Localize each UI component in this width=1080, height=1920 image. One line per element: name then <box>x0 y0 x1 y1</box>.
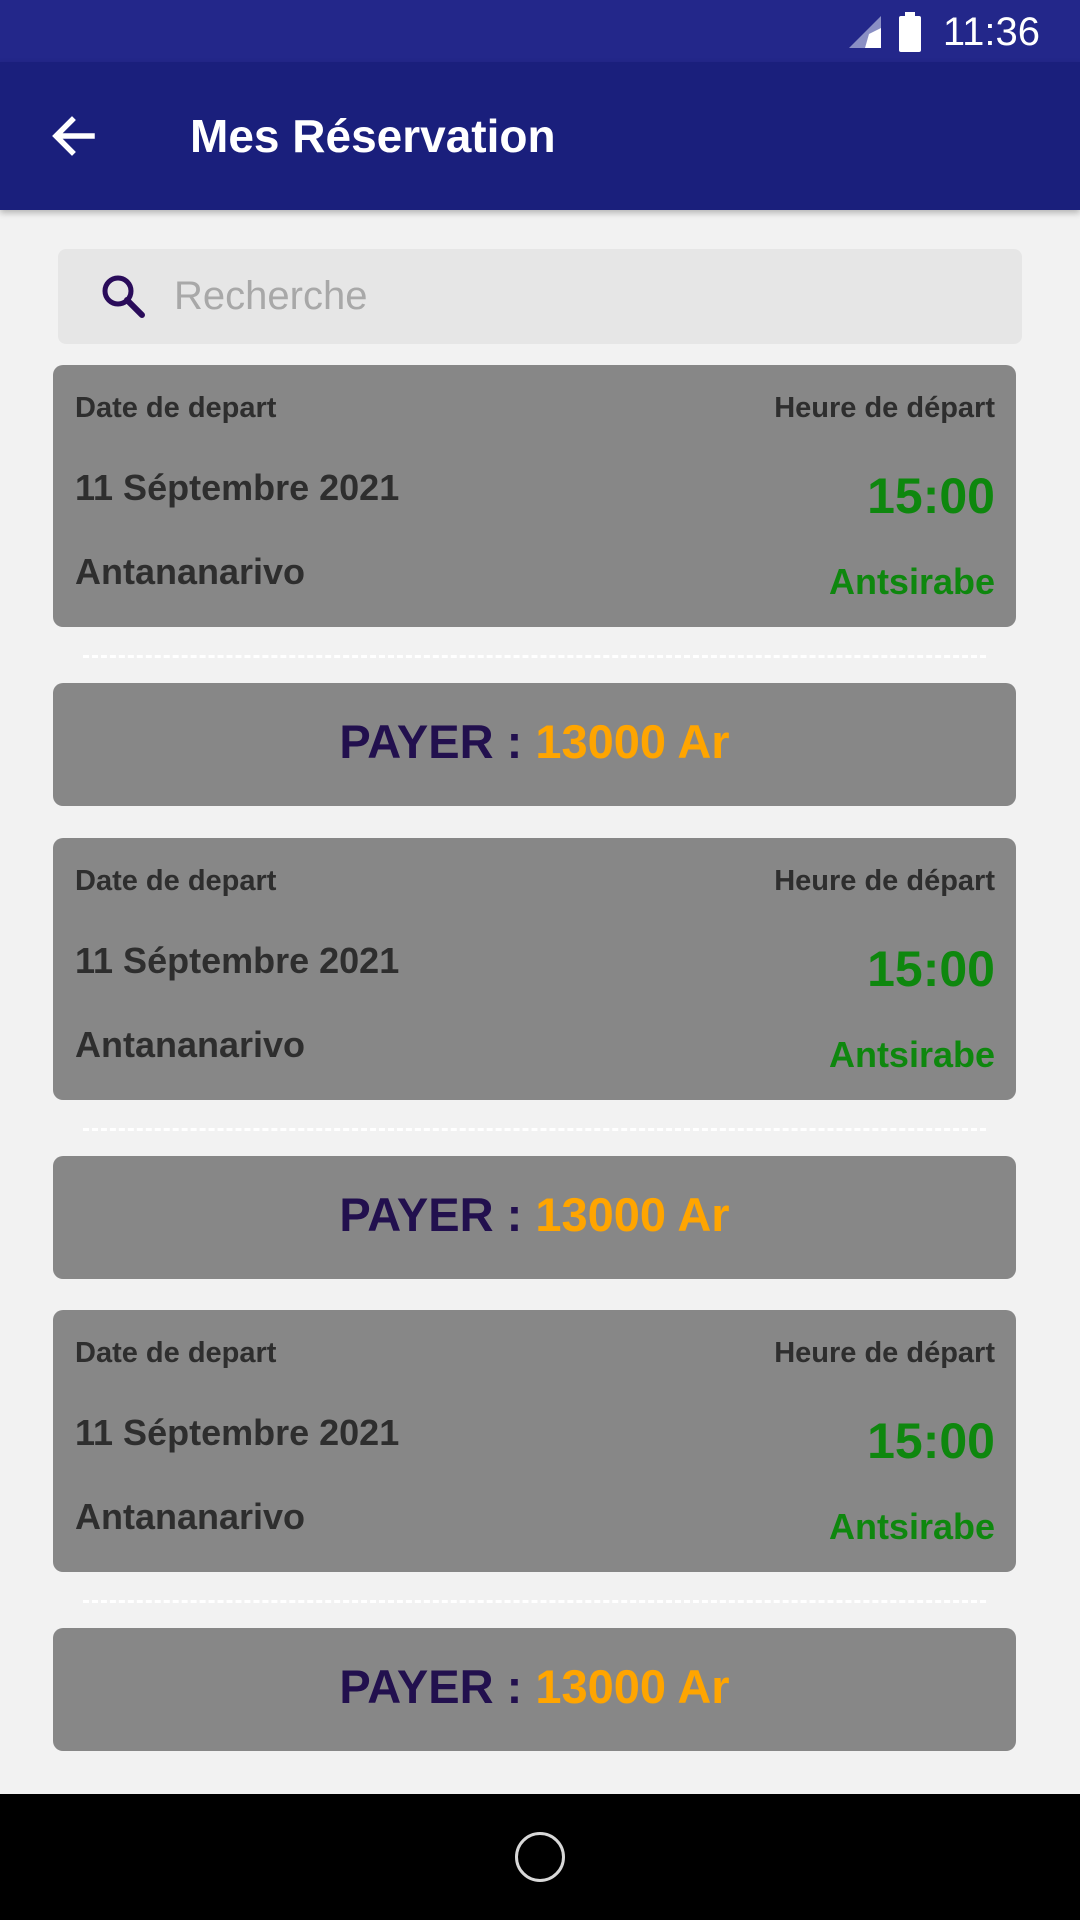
payment-line: PAYER : 13000 Ar <box>53 683 1016 806</box>
reservation-card[interactable]: Date de depart Heure de départ 11 Séptem… <box>25 1310 1044 1751</box>
origin-city: Antananarivo <box>75 1024 306 1065</box>
ticket-top: Date de depart Heure de départ 11 Séptem… <box>53 1310 1016 1572</box>
app-bar: Mes Réservation <box>0 62 1080 210</box>
departure-time-label: Heure de départ <box>774 1337 995 1369</box>
home-circle-icon[interactable] <box>515 1832 565 1882</box>
origin-city: Antananarivo <box>75 551 306 592</box>
ticket-notch-right <box>994 1103 1044 1155</box>
pay-amount: 13000 Ar <box>535 1660 730 1713</box>
back-button[interactable] <box>44 106 104 166</box>
ticket-divider <box>83 1600 986 1603</box>
search-input[interactable] <box>174 249 994 344</box>
departure-date: 11 Séptembre 2021 <box>75 940 400 981</box>
ticket-notch-right <box>994 1575 1044 1627</box>
payment-line: PAYER : 13000 Ar <box>53 1156 1016 1279</box>
ticket-bottom: PAYER : 13000 Ar <box>53 1156 1016 1279</box>
payment-line: PAYER : 13000 Ar <box>53 1628 1016 1751</box>
destination-city: Antsirabe <box>828 1506 995 1547</box>
status-time: 11:36 <box>942 9 1040 54</box>
origin-city: Antananarivo <box>75 1496 306 1537</box>
reservation-card[interactable]: Date de depart Heure de départ 11 Séptem… <box>25 838 1044 1279</box>
pay-amount: 13000 Ar <box>535 715 730 768</box>
ticket-notch-left <box>25 630 75 682</box>
pay-label: PAYER : <box>339 1660 523 1713</box>
pay-amount: 13000 Ar <box>535 1188 730 1241</box>
departure-date-label: Date de depart <box>75 1337 277 1369</box>
search-bar[interactable] <box>58 249 1022 344</box>
pay-label: PAYER : <box>339 1188 523 1241</box>
navigation-bar <box>0 1794 1080 1920</box>
ticket-top: Date de depart Heure de départ 11 Séptem… <box>53 838 1016 1100</box>
ticket-top: Date de depart Heure de départ 11 Séptem… <box>53 365 1016 627</box>
departure-date-label: Date de depart <box>75 392 277 424</box>
departure-time-label: Heure de départ <box>774 865 995 897</box>
departure-date: 11 Séptembre 2021 <box>75 467 400 508</box>
departure-time: 15:00 <box>867 1413 995 1469</box>
ticket-notch-left <box>25 1103 75 1155</box>
reservation-card[interactable]: Date de depart Heure de départ 11 Séptem… <box>25 365 1044 806</box>
signal-icon <box>848 16 881 48</box>
battery-icon <box>898 12 921 52</box>
ticket-divider <box>83 655 986 658</box>
destination-city: Antsirabe <box>828 1034 995 1075</box>
search-icon[interactable] <box>98 271 148 321</box>
departure-time: 15:00 <box>867 941 995 997</box>
pay-label: PAYER : <box>339 715 523 768</box>
arrow-back-icon <box>52 116 95 156</box>
ticket-notch-left <box>25 1575 75 1627</box>
ticket-notch-right <box>994 630 1044 682</box>
page-title: Mes Réservation <box>190 110 556 162</box>
departure-date-label: Date de depart <box>75 865 277 897</box>
ticket-bottom: PAYER : 13000 Ar <box>53 1628 1016 1751</box>
departure-time: 15:00 <box>867 468 995 524</box>
destination-city: Antsirabe <box>828 561 995 602</box>
departure-date: 11 Séptembre 2021 <box>75 1412 400 1453</box>
departure-time-label: Heure de départ <box>774 392 995 424</box>
status-icons: 11:36 <box>847 10 1040 54</box>
ticket-bottom: PAYER : 13000 Ar <box>53 683 1016 806</box>
ticket-divider <box>83 1128 986 1131</box>
status-bar: 11:36 <box>0 0 1080 62</box>
